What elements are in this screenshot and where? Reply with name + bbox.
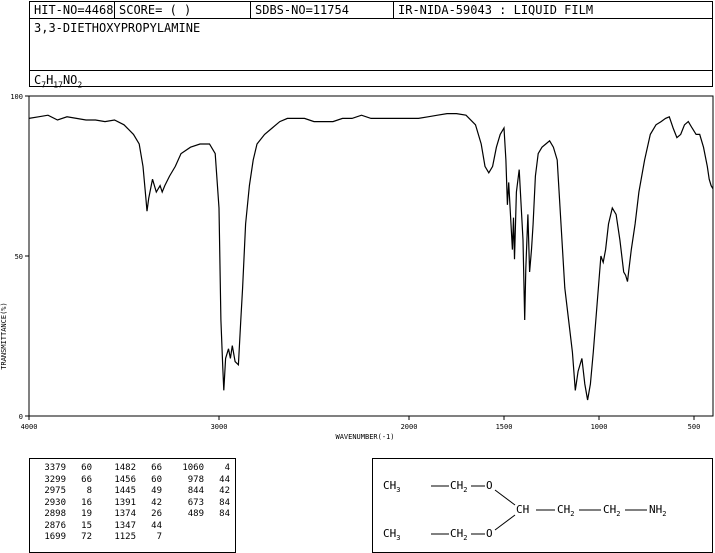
peak-wavenumber: 2975 — [44, 486, 66, 496]
peak-transmittance: 26 — [151, 509, 162, 519]
compound-name: 3,3-DIETHOXYPROPYLAMINE — [34, 21, 201, 35]
peak-transmittance: 42 — [219, 486, 230, 496]
peak-row: 1347 44 — [108, 521, 162, 533]
ethyl-ch2-bottom: CH2 — [450, 527, 468, 543]
ch2-a: CH2 — [557, 503, 575, 519]
chart-axes: 4000 3000 2000 1500 1000 500 0 50 100 — [10, 93, 714, 431]
peak-transmittance: 19 — [81, 509, 92, 519]
peak-wavenumber: 2898 — [44, 509, 66, 519]
peak-transmittance: 60 — [151, 474, 162, 485]
x-tick-label: 4000 — [21, 423, 38, 431]
peak-transmittance: 7 — [156, 532, 162, 542]
peak-row: 2876 15 — [38, 521, 92, 533]
y-tick-label: 0 — [19, 413, 23, 421]
peak-row: 3379 60 — [38, 463, 92, 475]
peak-column-3: 1060 4 978 44 844 42 673 84 489 84 — [176, 463, 230, 521]
x-tick-label: 1500 — [496, 423, 513, 431]
peak-transmittance: 42 — [151, 497, 162, 508]
peak-row: 673 84 — [176, 498, 230, 510]
methine-ch: CH — [516, 503, 530, 516]
peak-transmittance: 15 — [81, 520, 92, 531]
structure-diagram: CH3 CH2 O CH CH2 CH2 NH2 CH3 CH2 O — [372, 458, 713, 553]
peak-transmittance: 44 — [219, 474, 230, 485]
peak-transmittance: 84 — [219, 509, 230, 519]
peak-wavenumber: 1391 — [114, 497, 136, 508]
peak-wavenumber: 1125 — [114, 532, 136, 542]
peak-row: 2975 8 — [38, 486, 92, 498]
peak-row: 1482 66 — [108, 463, 162, 475]
transmittance-curve — [28, 113, 714, 401]
peak-wavenumber: 844 — [187, 486, 204, 496]
x-tick-label: 3000 — [211, 423, 228, 431]
divider — [30, 70, 712, 71]
peak-wavenumber: 673 — [187, 497, 204, 508]
peak-row: 1456 60 — [108, 475, 162, 487]
amine-nh2: NH2 — [649, 503, 667, 519]
peak-wavenumber: 489 — [187, 509, 204, 519]
peak-wavenumber: 1482 — [114, 463, 136, 473]
peak-row: 1125 7 — [108, 532, 162, 544]
peak-row: 1060 4 — [176, 463, 230, 475]
y-axis-label: TRANSMITTANCE(%) — [0, 302, 8, 369]
y-tick-label: 100 — [10, 93, 23, 101]
peak-row: 1445 49 — [108, 486, 162, 498]
peak-wavenumber: 1456 — [114, 474, 136, 485]
x-axis-label: WAVENUMBER(-1) — [335, 433, 394, 441]
peak-transmittance: 60 — [81, 463, 92, 473]
score: SCORE= ( ) — [114, 2, 250, 18]
peak-row: 3299 66 — [38, 475, 92, 487]
peak-row: 2930 16 — [38, 498, 92, 510]
peak-wavenumber: 1374 — [114, 509, 136, 519]
peak-wavenumber: 3379 — [44, 463, 66, 473]
peak-wavenumber: 2876 — [44, 520, 66, 531]
header-info-row: HIT-NO=4468 SCORE= ( ) SDBS-NO=11754 IR-… — [30, 2, 712, 19]
oxygen-bottom: O — [486, 527, 493, 540]
y-tick-label: 50 — [15, 253, 23, 261]
x-tick-label: 500 — [688, 423, 701, 431]
oxygen-top: O — [486, 479, 493, 492]
peak-row: 489 84 — [176, 509, 230, 521]
peak-row: 1699 72 — [38, 532, 92, 544]
measurement-method: IR-NIDA-59043 : LIQUID FILM — [393, 2, 712, 18]
x-tick-label: 1000 — [591, 423, 608, 431]
peak-wavenumber: 978 — [187, 474, 204, 485]
peak-column-2: 1482 66 1456 60 1445 49 1391 42 1374 26 1347 44 1125… — [108, 463, 162, 544]
peak-wavenumber: 2930 — [44, 497, 66, 508]
ch2-b: CH2 — [603, 503, 621, 519]
peak-row: 1374 26 — [108, 509, 162, 521]
peak-transmittance: 66 — [81, 474, 92, 485]
peak-transmittance: 44 — [151, 520, 162, 531]
ethyl-ch3-bottom: CH3 — [383, 527, 401, 543]
plot-frame — [28, 95, 714, 417]
peak-column-1: 3379 60 3299 66 2975 8 2930 16 2898 19 2876 15 1699 7… — [38, 463, 92, 544]
ethyl-ch2-top: CH2 — [450, 479, 468, 495]
peak-transmittance: 84 — [219, 497, 230, 508]
peak-transmittance: 66 — [151, 463, 162, 473]
peak-wavenumber: 1060 — [182, 463, 204, 473]
peak-row: 1391 42 — [108, 498, 162, 510]
peak-row: 978 44 — [176, 475, 230, 487]
sdbs-number: SDBS-NO=11754 — [250, 2, 393, 18]
peak-wavenumber: 1347 — [114, 520, 136, 531]
hit-number: HIT-NO=4468 — [34, 3, 114, 17]
x-tick-label: 2000 — [401, 423, 418, 431]
peak-transmittance: 8 — [86, 486, 92, 496]
peak-row: 2898 19 — [38, 509, 92, 521]
ethyl-ch3-top: CH3 — [383, 479, 401, 495]
peak-wavenumber: 1445 — [114, 486, 136, 496]
spectrum-header: HIT-NO=4468 SCORE= ( ) SDBS-NO=11754 IR-… — [29, 1, 713, 89]
peak-table: 3379 60 3299 66 2975 8 2930 16 2898 19 2876 15 1699 7… — [29, 458, 236, 553]
peak-row: 844 42 — [176, 486, 230, 498]
peak-transmittance: 4 — [224, 463, 230, 473]
peak-wavenumber: 3299 — [44, 474, 66, 485]
peak-transmittance: 72 — [81, 532, 92, 542]
peak-wavenumber: 1699 — [44, 532, 66, 542]
ir-spectrum-chart: 4000 3000 2000 1500 1000 500 0 50 100 WAVENUMBER… — [0, 93, 714, 441]
peak-transmittance: 16 — [81, 497, 92, 508]
peak-transmittance: 49 — [151, 486, 162, 496]
